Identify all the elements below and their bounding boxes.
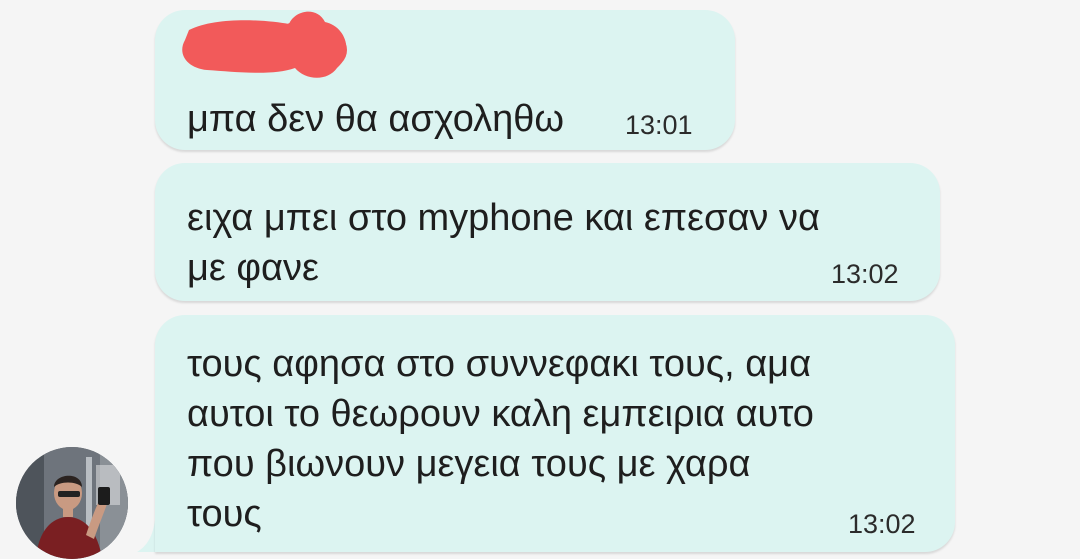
avatar-photo-icon [16, 447, 128, 559]
message-bubble[interactable]: μπα δεν θα ασχοληθω 13:01 [155, 10, 735, 150]
message-text: τους αφησα στο συννεφακι τους, αμα αυτοι… [187, 343, 814, 535]
message-timestamp: 13:01 [625, 110, 693, 140]
chat-thread: μπα δεν θα ασχοληθω 13:01 ειχα μπει στο … [0, 0, 1080, 559]
message-text: μπα δεν θα ασχοληθω [187, 98, 565, 140]
message-timestamp: 13:02 [848, 509, 916, 539]
message-timestamp: 13:02 [831, 259, 899, 289]
sender-avatar[interactable] [16, 447, 128, 559]
message-bubble[interactable]: ειχα μπει στο myphone και επεσαν να με φ… [155, 163, 940, 301]
message-bubble[interactable]: τους αφησα στο συννεφακι τους, αμα αυτοι… [155, 315, 955, 552]
message-text: ειχα μπει στο myphone και επεσαν να με φ… [187, 197, 820, 289]
redacted-sender-name [182, 11, 347, 78]
